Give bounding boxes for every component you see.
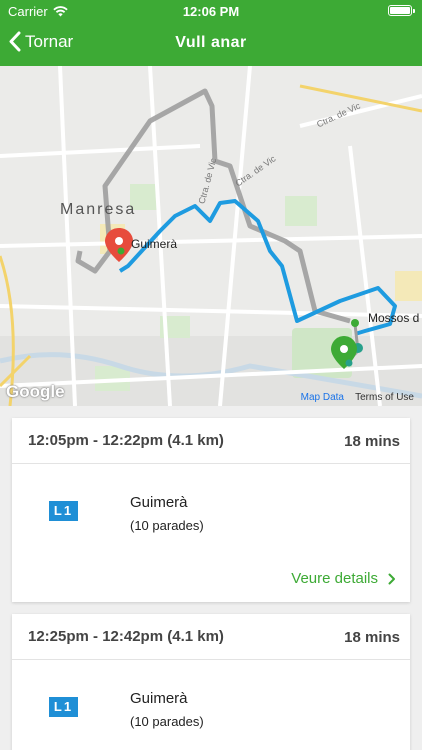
route-card[interactable]: 12:05pm - 12:22pm (4.1 km) 18 mins L1 Gu… [12, 418, 410, 602]
page-title: Vull anar [175, 34, 247, 51]
view-details-label: Veure details [291, 570, 378, 587]
route-duration: 18 mins [344, 629, 400, 646]
route-card-header: 12:05pm - 12:22pm (4.1 km) 18 mins [12, 418, 410, 464]
route-list: 12:05pm - 12:22pm (4.1 km) 18 mins L1 Gu… [0, 406, 422, 750]
status-time: 12:06 PM [182, 4, 240, 19]
view-details-button[interactable]: Veure details [291, 570, 396, 587]
line-badge: L1 [49, 501, 78, 521]
google-logo: Google [6, 382, 65, 401]
map-city-label: Manresa [60, 201, 137, 218]
map-canvas [0, 66, 422, 406]
nav-bar: Tornar Vull anar [0, 22, 422, 66]
route-time-range: 12:25pm - 12:42pm (4.1 km) [28, 628, 224, 645]
stop-name: Guimerà [130, 494, 188, 511]
stop-count: (10 parades) [130, 518, 204, 533]
route-card[interactable]: 12:25pm - 12:42pm (4.1 km) 18 mins L1 Gu… [12, 614, 410, 750]
status-bar: Carrier 12:06 PM [0, 0, 422, 22]
route-duration: 18 mins [344, 433, 400, 450]
route-card-header: 12:25pm - 12:42pm (4.1 km) 18 mins [12, 614, 410, 660]
terms-link[interactable]: Terms of Use [355, 392, 414, 403]
destination-label: Mossos d [368, 311, 420, 325]
route-time-range: 12:05pm - 12:22pm (4.1 km) [28, 432, 224, 449]
chevron-right-icon [388, 573, 395, 584]
map-data-link[interactable]: Map Data [301, 392, 344, 403]
battery-icon [388, 5, 415, 16]
origin-label: Guimerà [131, 237, 178, 251]
stop-count: (10 parades) [130, 714, 204, 729]
line-badge: L1 [49, 697, 78, 717]
navigation-header: Carrier 12:06 PM Tornar Vull anar [0, 0, 422, 66]
route-map[interactable]: Manresa Guimerà Mossos d Ctra. de Vic Ct… [0, 66, 422, 406]
stop-name: Guimerà [130, 690, 188, 707]
